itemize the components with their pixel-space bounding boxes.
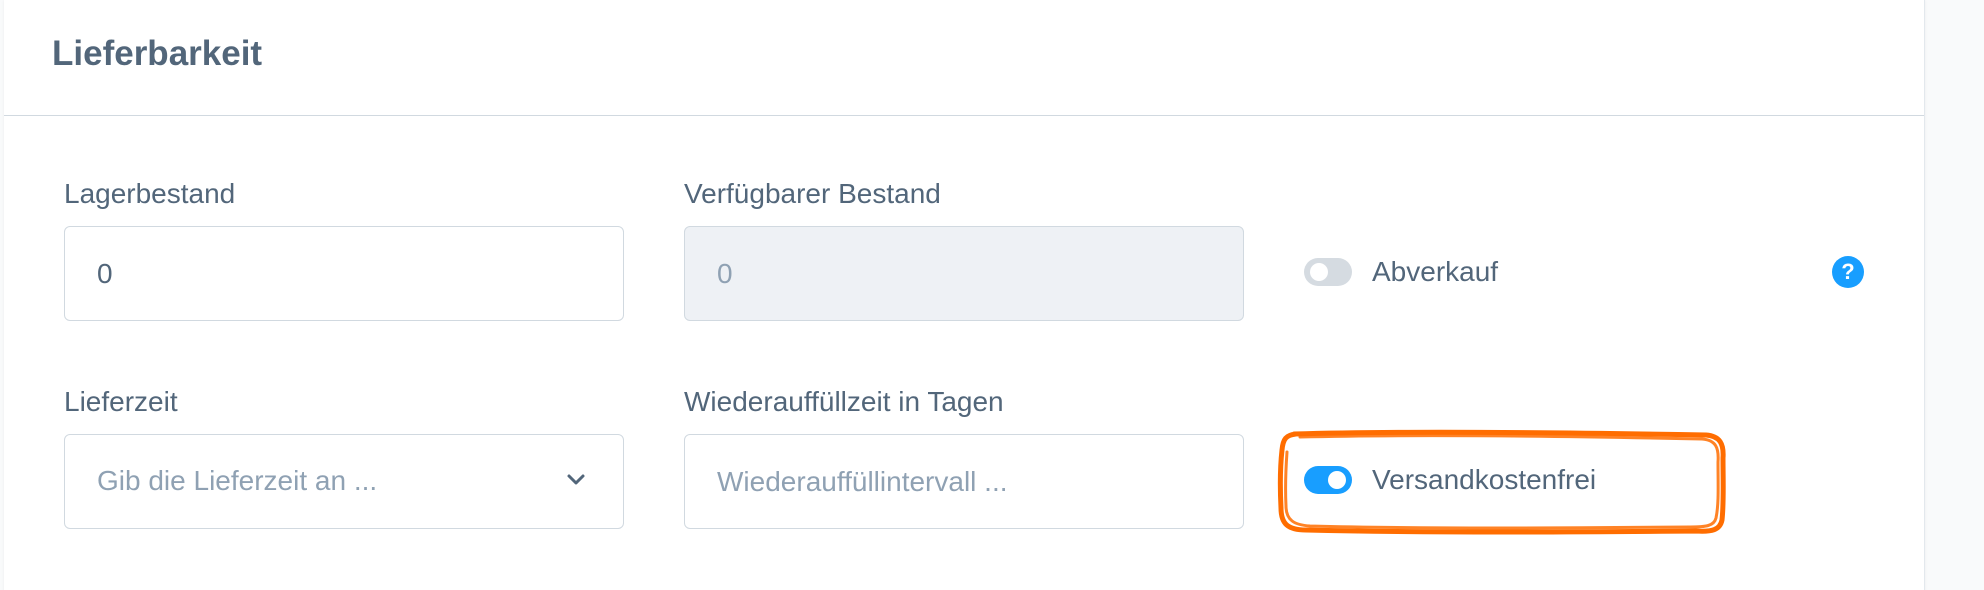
- stock-input[interactable]: [64, 226, 624, 321]
- toggle-knob: [1328, 471, 1346, 489]
- help-icon[interactable]: ?: [1832, 256, 1864, 288]
- card-header: Lieferbarkeit: [4, 0, 1924, 116]
- free-shipping-toggle[interactable]: [1304, 466, 1352, 494]
- restock-time-label: Wiederauffüllzeit in Tagen: [684, 386, 1004, 417]
- restock-time-input[interactable]: [684, 434, 1244, 529]
- delivery-time-placeholder: Gib die Lieferzeit an ...: [97, 465, 378, 496]
- delivery-time-select[interactable]: Gib die Lieferzeit an ...: [64, 434, 624, 529]
- available-stock-input: [684, 226, 1244, 321]
- clearance-label: Abverkauf: [1372, 256, 1499, 287]
- toggle-knob: [1310, 263, 1328, 281]
- card-title: Lieferbarkeit: [52, 34, 263, 73]
- stock-label: Lagerbestand: [64, 178, 236, 209]
- free-shipping-label: Versandkostenfrei: [1372, 464, 1597, 495]
- clearance-toggle[interactable]: [1304, 258, 1352, 286]
- available-stock-label: Verfügbarer Bestand: [684, 178, 941, 209]
- page: Lieferbarkeit Lagerbestand Verfügbarer B…: [0, 0, 1984, 590]
- chevron-down-icon: [567, 474, 585, 485]
- availability-card: Lieferbarkeit Lagerbestand Verfügbarer B…: [4, 0, 1925, 590]
- delivery-time-label: Lieferzeit: [64, 386, 178, 417]
